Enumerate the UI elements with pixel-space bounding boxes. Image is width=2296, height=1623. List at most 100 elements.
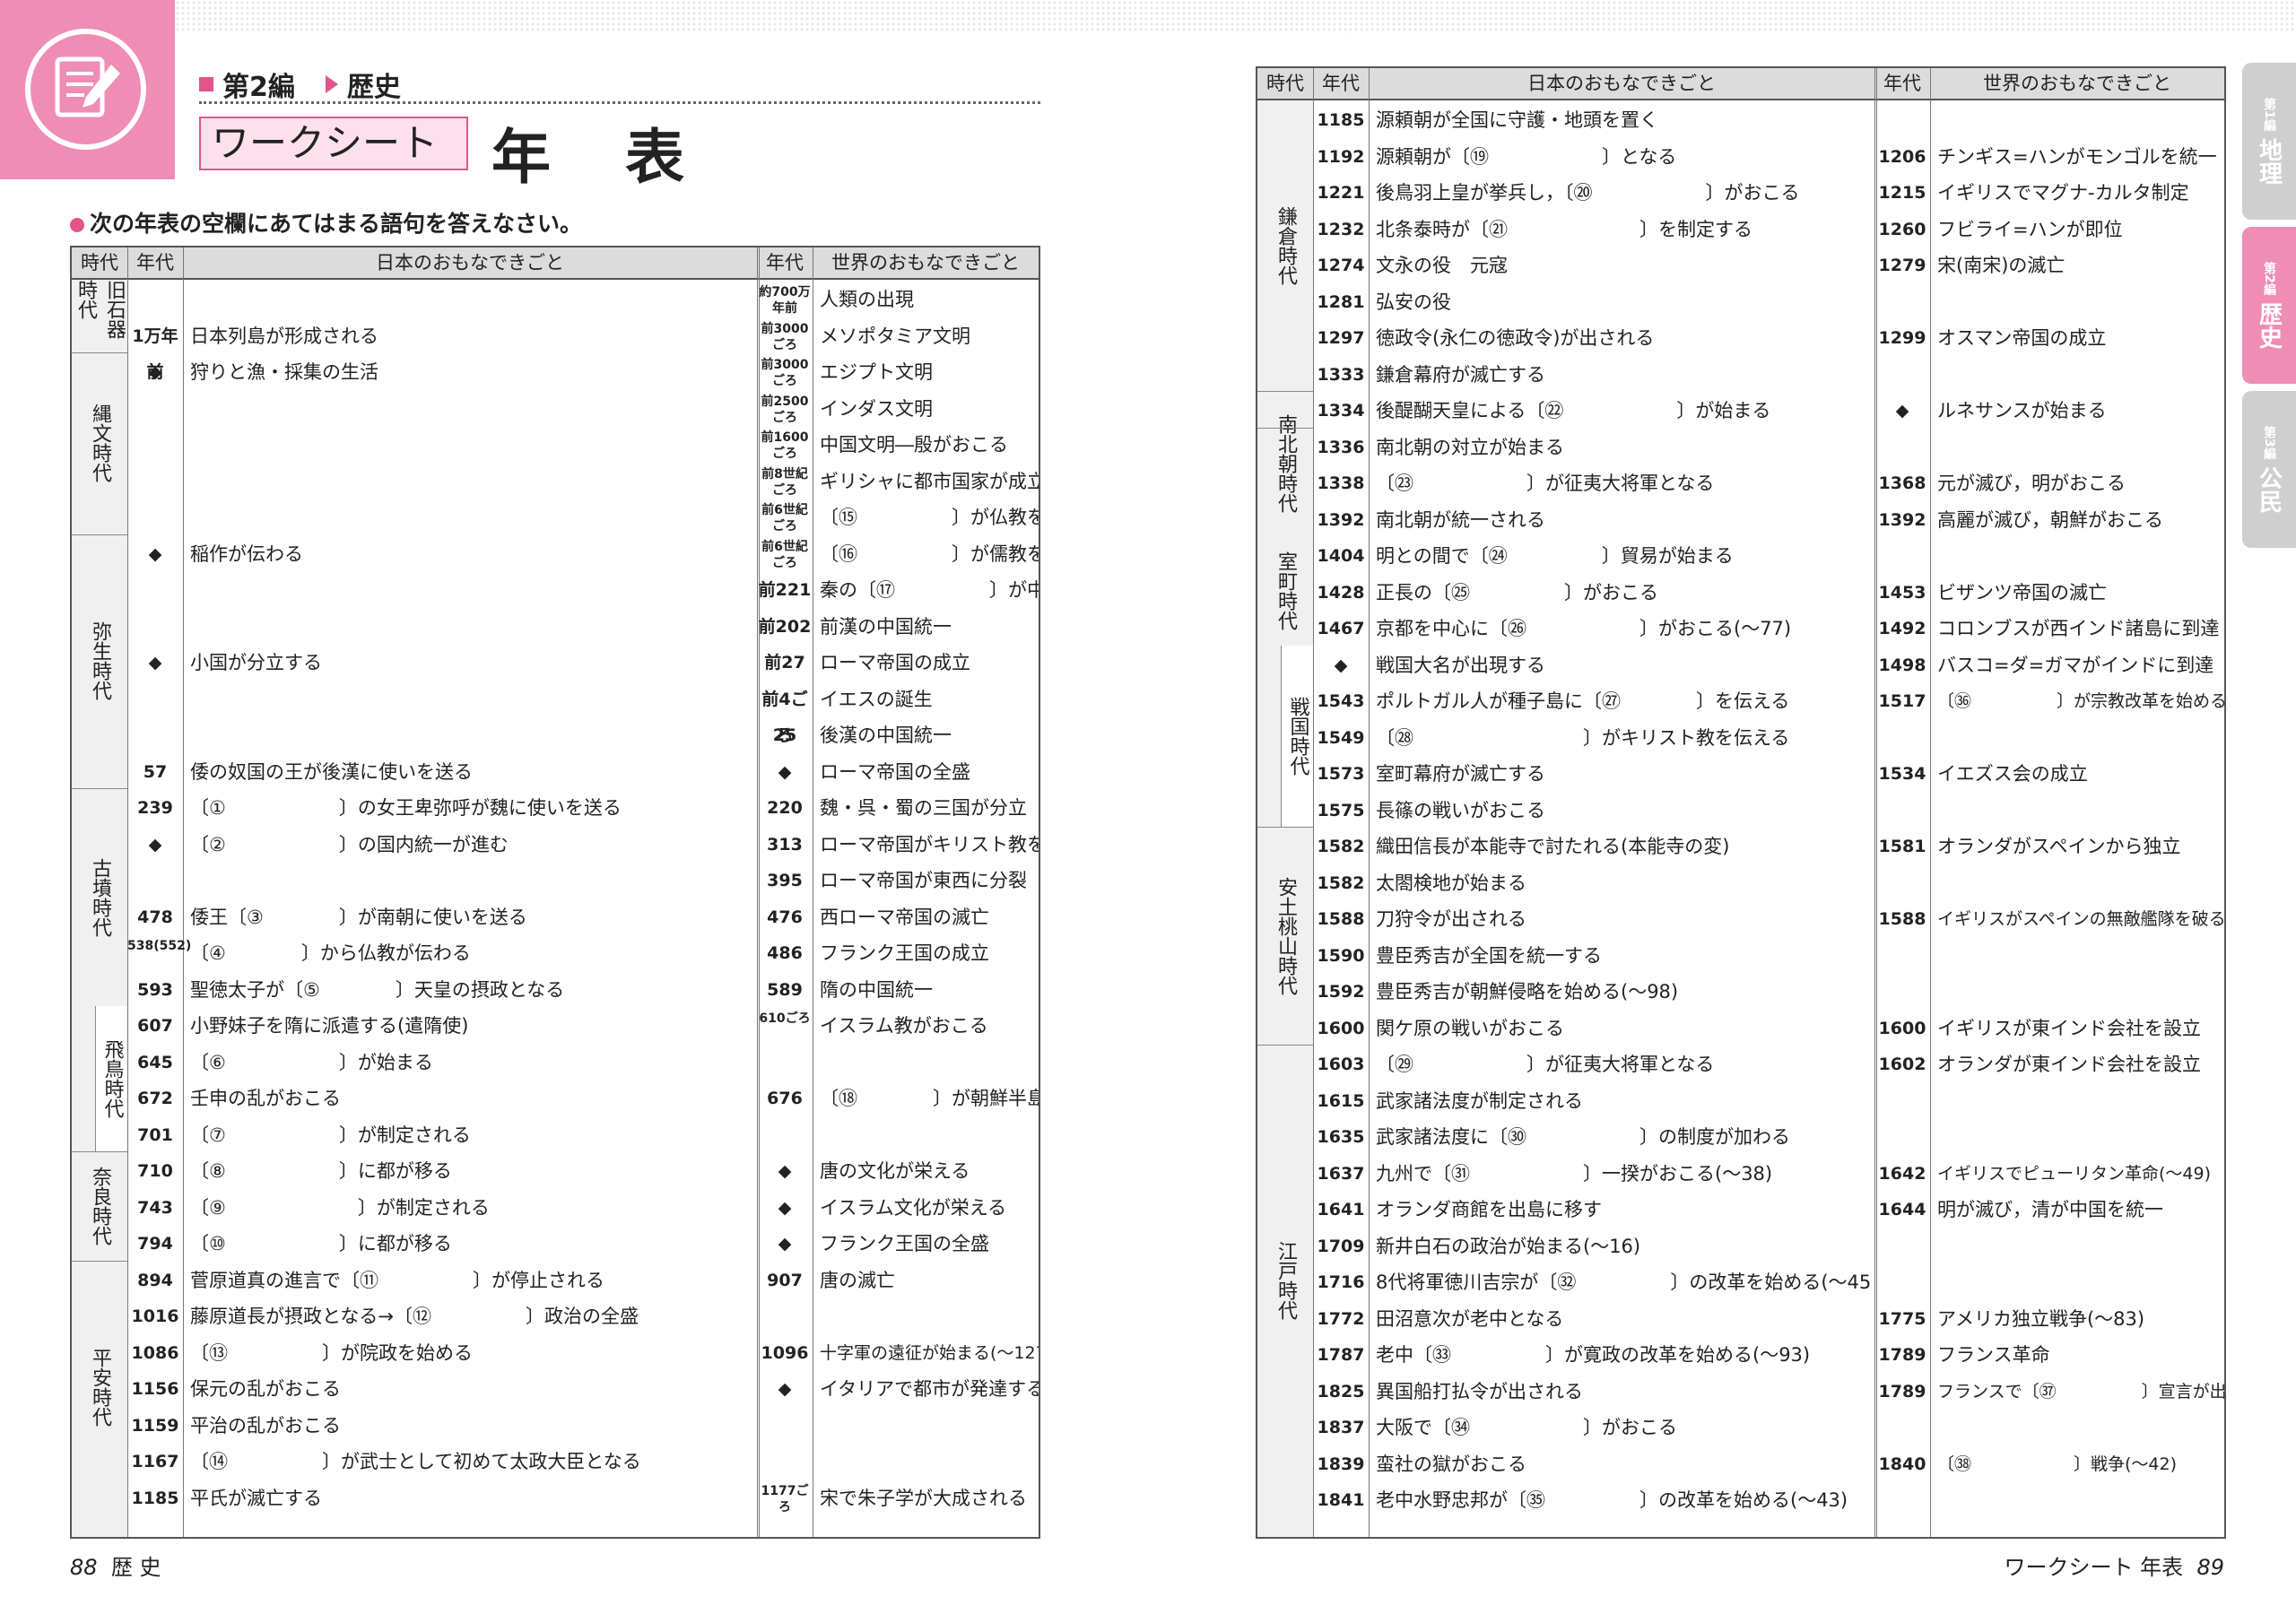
header-year: 年代 [136,252,174,273]
japan-year: 1334 [1317,401,1365,421]
part-tabs: 第1編 地理第2編 歴史第3編 公民 [2242,63,2296,555]
table-row: 1588 刀狩令が出される 1588 イギリスがスペインの無敵艦隊を破る [1257,901,2224,938]
world-event: 十字軍の遠征が始まる(〜1270) [820,1342,1039,1363]
japan-year: 1825 [1317,1381,1365,1402]
japan-year: 672 [137,1089,173,1108]
tab-part-number: 第3編 [2262,425,2276,460]
world-event: アメリカ独立戦争(〜83) [1937,1307,2145,1330]
world-year: 前202 [758,616,812,637]
square-bullet-icon [199,77,213,91]
table-row: 1192 源頼朝が〔⑲ 〕となる 1206 チンギス=ハンがモンゴルを統一 [1257,139,2224,176]
japan-event: ポルトガル人が種子島に〔㉗ 〕を伝える [1376,690,1790,712]
table-row: 1787 老中〔㉝ 〕が寛政の改革を始める(〜93) 1789 フランス革命 [1257,1337,2224,1374]
table-row: 前4ごろ イエスの誕生 [72,681,1039,745]
world-event: 元が滅び，明がおこる [1937,473,2126,494]
japan-event: 〔㉓ 〕が征夷大将軍となる [1376,473,1715,494]
table-row: 前2500ごろ インダス文明 [72,391,1039,428]
japan-year: 1338 [1317,473,1365,493]
table-row: 1086 〔⑬ 〕が院政を始める 1096 十字軍の遠征が始まる(〜1270) [72,1335,1039,1372]
japan-year: 1086 [131,1342,179,1363]
world-year: 1642 [1878,1163,1926,1184]
japan-event: 豊臣秀吉が全国を統一する [1376,944,1602,967]
header-world-year: 年代 [766,252,804,273]
japan-year: 1588 [1317,909,1365,929]
world-year: 1177ごろ [761,1483,809,1515]
japan-year: 1297 [1317,328,1365,348]
japan-year: 1635 [1317,1127,1365,1147]
japan-event: 文永の役 元寇 [1376,255,1508,276]
table-row: 1428 正長の〔㉕ 〕がおこる 1453 ビザンツ帝国の滅亡 [1257,575,2224,612]
world-year: 1602 [1878,1055,1926,1074]
japan-year: 1185 [1317,110,1365,130]
header-dot-band [175,0,2296,34]
table-row: 1825 異国船打払令が出される 1789 フランスで〔㊲ 〕宣言が出される [1257,1374,2224,1410]
japan-year: 1839 [1317,1454,1365,1474]
table-row: 1582 太閤検地が始まる [1257,865,2224,902]
world-event: イエスの誕生 [820,688,933,710]
world-event: 〔⑮ 〕が仏教を開く [820,507,1039,528]
world-event: 西ローマ帝国の滅亡 [820,906,989,928]
table-row: 1573 室町幕府が滅亡する 1534 イエズス会の成立 [1257,756,2224,793]
table-row: 701 〔⑦ 〕が制定される [72,1117,1039,1154]
japan-event: 異国船打払令が出される [1376,1380,1583,1402]
table-row: 1297 徳政令(永仁の徳政令)が出される 1299 オスマン帝国の成立 [1257,320,2224,357]
world-event: 明が滅び，清が中国を統一 [1937,1199,2163,1220]
japan-event: 〔⑩ 〕に都が移る [190,1233,452,1254]
japan-event: 〔① 〕の女王卑弥呼が魏に使いを送る [190,797,622,819]
japan-event: 室町幕府が滅亡する [1376,763,1545,785]
footer-title: ワークシート 年表 [2004,1555,2184,1580]
table-row: 478 倭王〔③ 〕が南朝に使いを送る 476 西ローマ帝国の滅亡 [72,899,1039,936]
japan-event: 長篠の戦いがおこる [1376,799,1545,821]
japan-event: 源頼朝が全国に守護・地頭を置く [1376,109,1658,131]
timeline-table-left: 時代 年代 日本のおもなできごと 年代 世界のおもなできごと 旧石器時代 縄文時代… [70,246,1040,1539]
japan-event: 聖徳太子が〔⑤ 〕天皇の摂政となる [190,978,565,1001]
worksheet-label: ワークシート [199,117,468,170]
instruction: 次の年表の空欄にあてはまる語句を答えなさい。 [70,206,582,239]
japan-year: 645 [137,1052,173,1072]
world-year: 1775 [1878,1308,1926,1329]
world-year: 1517 [1878,691,1926,711]
tab-part-2[interactable]: 第2編 歴史 [2242,227,2296,384]
world-event: 隋の中国統一 [820,978,933,1001]
japan-year: 1603 [1317,1055,1365,1074]
tab-part-3[interactable]: 第3編 公民 [2242,391,2296,548]
japan-year: 239 [137,798,173,818]
table-row: 1185 源頼朝が全国に守護・地頭を置く [1257,102,2224,139]
worksheet-logo [0,0,175,179]
japan-event: 稲作が伝わる [190,542,303,565]
world-year: ◆ [778,1161,792,1181]
table-row: 1641 オランダ商館を出島に移す 1644 明が滅び，清が中国を統一 [1257,1192,2224,1228]
world-event: 宋(南宋)の滅亡 [1937,255,2066,276]
japan-event: 〔④ 〕から仏教が伝わる [190,942,471,964]
world-event: フランスで〔㊲ 〕宣言が出される [1937,1381,2224,1402]
tab-label: 歴史 [2255,302,2283,350]
table-row: 1575 長篠の戦いがおこる [1257,793,2224,829]
world-year: 前8世紀ごろ [761,466,808,498]
page-number-right: 89 [2196,1555,2224,1580]
table-row: ◆ 戦国大名が出現する 1498 バスコ=ダ=ガマがインドに到達 [1257,647,2224,684]
table-row: 1709 新井白石の政治が始まる(〜16) [1257,1228,2224,1265]
japan-year: 1185 [131,1488,179,1508]
world-event: フランス革命 [1937,1344,2050,1366]
header-japan: 日本のおもなできごと [376,252,564,273]
world-year: 1492 [1878,619,1926,638]
japan-year: 710 [137,1161,173,1181]
japan-event: 関ケ原の戦いがおこる [1376,1017,1564,1039]
world-event: イギリスでピューリタン革命(〜49) [1937,1163,2212,1184]
world-year: 1299 [1878,328,1926,348]
world-event: フランク王国の全盛 [820,1233,989,1254]
japan-event: 狩りと漁・採集の生活 [190,361,378,383]
japan-year: 1641 [1317,1200,1365,1219]
dotted-divider [199,101,1040,104]
world-year: 907 [767,1270,803,1290]
world-year: 1368 [1878,473,1926,493]
world-event: イエズス会の成立 [1937,763,2088,785]
japan-year: 1582 [1317,837,1365,856]
japan-year: 1336 [1317,437,1365,457]
japan-year: 1841 [1317,1490,1365,1510]
japan-event: 8代将軍徳川吉宗が〔㉜ 〕の改革を始める(〜45) [1376,1271,1873,1293]
table-row: 1万年前 日本列島が形成される 前3000ごろ メソポタミア文明 [72,318,1039,382]
world-year: 1600 [1878,1018,1926,1038]
tab-part-1[interactable]: 第1編 地理 [2242,63,2296,220]
japan-event: 九州で〔㉛ 〕一揆がおこる(〜38) [1376,1162,1773,1185]
